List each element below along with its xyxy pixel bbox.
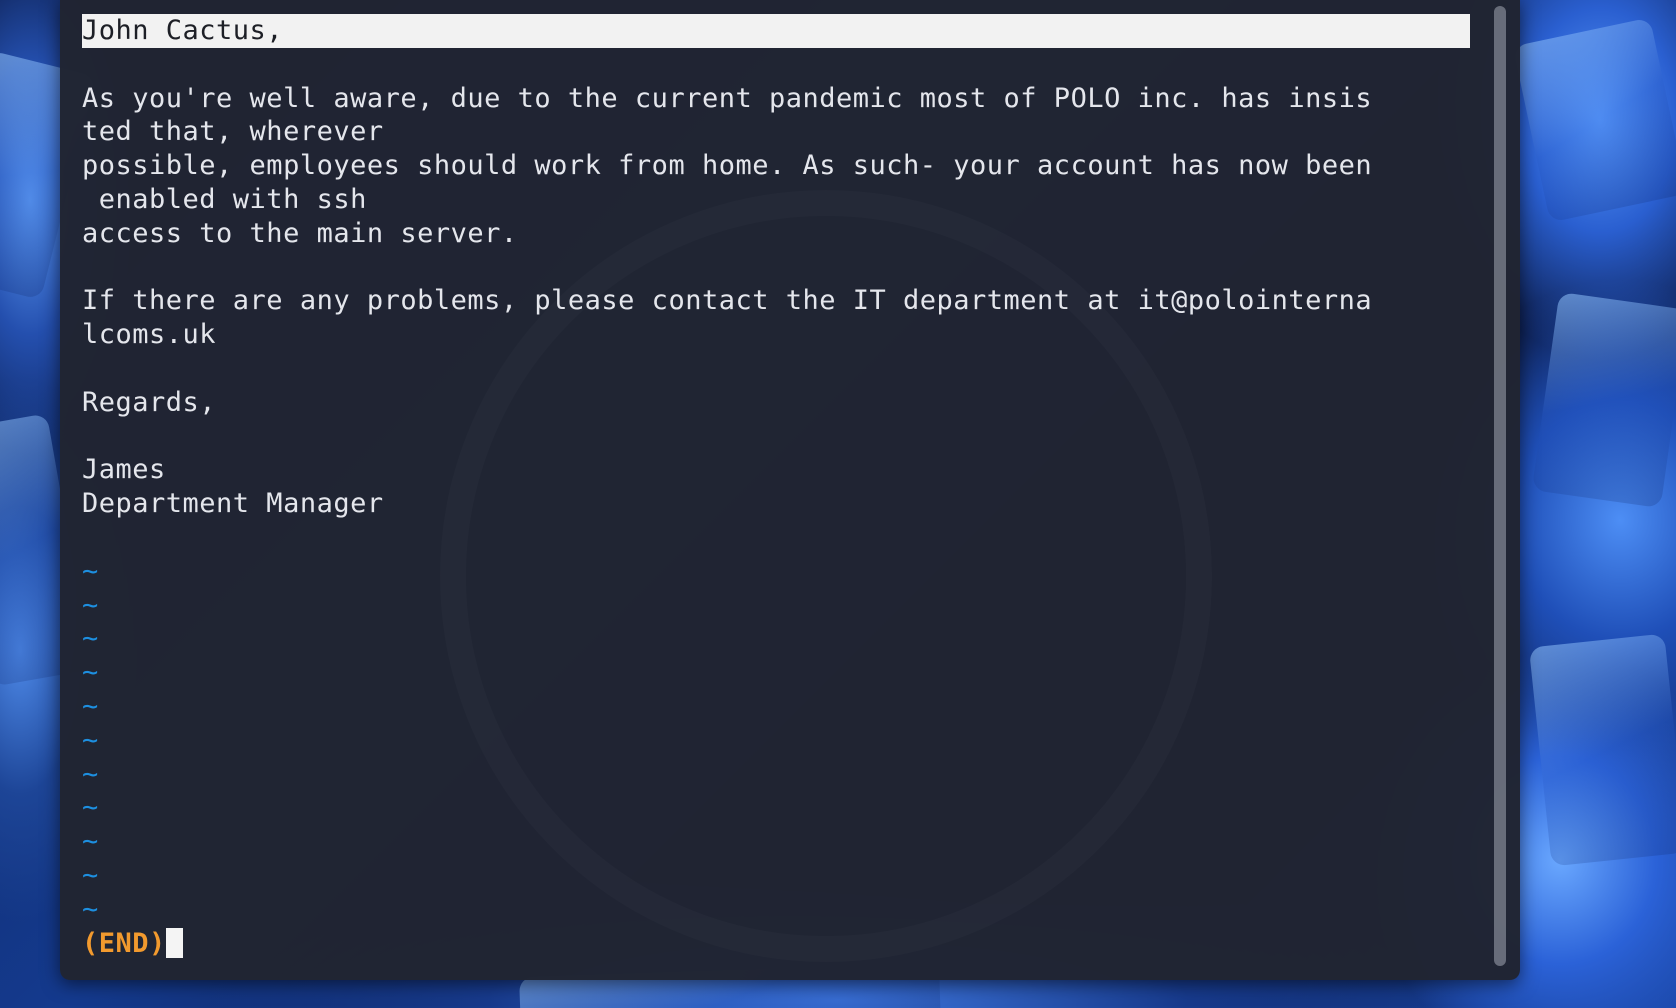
pager-line: lcoms.uk (82, 319, 217, 351)
scrollbar-thumb[interactable] (1494, 6, 1506, 966)
wallpaper-facet (1531, 291, 1676, 509)
empty-line-tilde: ~ (82, 623, 99, 655)
empty-line-tilde: ~ (82, 555, 99, 587)
pager-line: Regards, (82, 386, 217, 418)
pager-line: ted that, wherever (82, 116, 384, 148)
empty-line-tilde: ~ (82, 792, 99, 824)
pager-line: enabled with ssh (82, 183, 367, 215)
pager-line (82, 352, 1472, 386)
pager-output[interactable]: John Cactus, As you're well aware, due t… (82, 14, 1472, 960)
pager-line: Department Manager (82, 488, 384, 520)
terminal-window[interactable]: John Cactus, As you're well aware, due t… (60, 0, 1520, 980)
pager-line (82, 48, 1472, 82)
empty-line-tilde: ~ (82, 724, 99, 756)
pager-line (82, 521, 1472, 555)
empty-line-tilde: ~ (82, 690, 99, 722)
pager-line: As you're well aware, due to the current… (82, 82, 1373, 114)
empty-line-tilde: ~ (82, 859, 99, 891)
empty-line-tilde: ~ (82, 893, 99, 925)
pager-line: possible, employees should work from hom… (82, 150, 1373, 182)
empty-line-tilde: ~ (82, 758, 99, 790)
wallpaper-facet (1528, 633, 1676, 867)
pager-line: If there are any problems, please contac… (82, 285, 1373, 317)
text-cursor (165, 928, 183, 959)
end-marker: (END) (82, 927, 166, 959)
pager-line (82, 251, 1472, 285)
pager-line: James (82, 454, 166, 486)
empty-line-tilde: ~ (82, 589, 99, 621)
scrollbar-track[interactable] (1494, 6, 1506, 966)
pager-prompt-line[interactable]: (END) (82, 927, 1472, 961)
empty-line-tilde: ~ (82, 826, 99, 858)
pager-line: access to the main server. (82, 217, 518, 249)
pager-line-highlighted: John Cactus, (82, 14, 1470, 48)
pager-line (82, 420, 1472, 454)
empty-line-tilde: ~ (82, 657, 99, 689)
wallpaper-facet (1512, 17, 1676, 223)
